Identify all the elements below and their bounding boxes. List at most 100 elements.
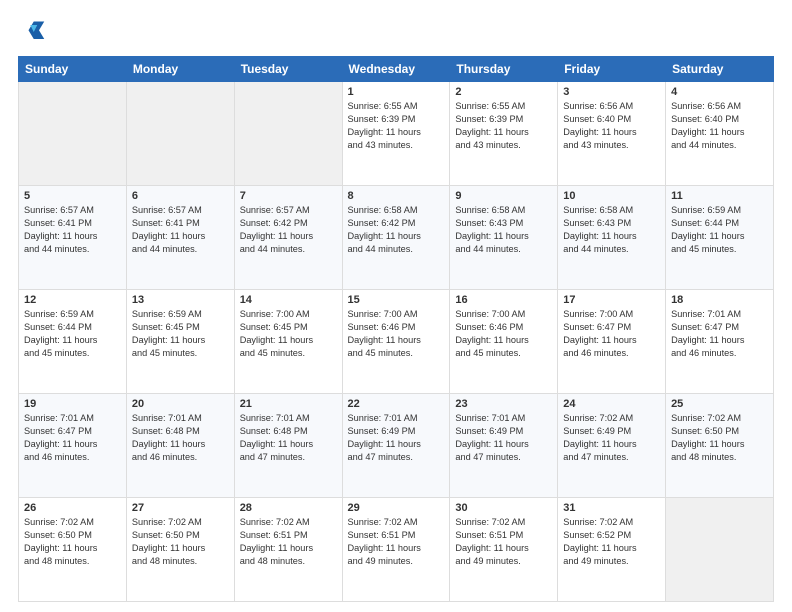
calendar-cell: 26 Sunrise: 7:02 AM Sunset: 6:50 PM Dayli… xyxy=(19,498,127,602)
calendar-cell xyxy=(666,498,774,602)
day-number: 28 xyxy=(240,502,337,514)
calendar-cell: 16 Sunrise: 7:00 AM Sunset: 6:46 PM Dayli… xyxy=(450,290,558,394)
calendar-cell: 11 Sunrise: 6:59 AM Sunset: 6:44 PM Dayli… xyxy=(666,186,774,290)
day-number: 16 xyxy=(455,294,552,306)
day-info: Sunrise: 7:02 AM Sunset: 6:50 PM Dayligh… xyxy=(132,516,229,568)
day-number: 1 xyxy=(348,86,445,98)
calendar-cell: 14 Sunrise: 7:00 AM Sunset: 6:45 PM Dayli… xyxy=(234,290,342,394)
day-number: 12 xyxy=(24,294,121,306)
calendar-cell: 17 Sunrise: 7:00 AM Sunset: 6:47 PM Dayli… xyxy=(558,290,666,394)
day-number: 31 xyxy=(563,502,660,514)
day-number: 17 xyxy=(563,294,660,306)
calendar-cell: 27 Sunrise: 7:02 AM Sunset: 6:50 PM Dayli… xyxy=(126,498,234,602)
calendar-cell: 29 Sunrise: 7:02 AM Sunset: 6:51 PM Dayli… xyxy=(342,498,450,602)
day-info: Sunrise: 7:02 AM Sunset: 6:51 PM Dayligh… xyxy=(348,516,445,568)
calendar-cell xyxy=(234,82,342,186)
calendar-table: SundayMondayTuesdayWednesdayThursdayFrid… xyxy=(18,56,774,602)
day-info: Sunrise: 7:01 AM Sunset: 6:47 PM Dayligh… xyxy=(671,308,768,360)
calendar-week-row: 26 Sunrise: 7:02 AM Sunset: 6:50 PM Dayli… xyxy=(19,498,774,602)
day-number: 8 xyxy=(348,190,445,202)
day-info: Sunrise: 6:56 AM Sunset: 6:40 PM Dayligh… xyxy=(563,100,660,152)
weekday-header: Sunday xyxy=(19,57,127,82)
calendar-week-row: 5 Sunrise: 6:57 AM Sunset: 6:41 PM Daylig… xyxy=(19,186,774,290)
day-info: Sunrise: 7:02 AM Sunset: 6:51 PM Dayligh… xyxy=(240,516,337,568)
day-info: Sunrise: 7:02 AM Sunset: 6:49 PM Dayligh… xyxy=(563,412,660,464)
day-info: Sunrise: 6:55 AM Sunset: 6:39 PM Dayligh… xyxy=(455,100,552,152)
day-number: 5 xyxy=(24,190,121,202)
day-info: Sunrise: 7:01 AM Sunset: 6:48 PM Dayligh… xyxy=(240,412,337,464)
calendar-cell: 12Sunrise: 6:59 AM Sunset: 6:44 PM Dayli… xyxy=(19,290,127,394)
day-number: 23 xyxy=(455,398,552,410)
calendar-cell: 19 Sunrise: 7:01 AM Sunset: 6:47 PM Dayli… xyxy=(19,394,127,498)
day-number: 7 xyxy=(240,190,337,202)
calendar-cell: 6 Sunrise: 6:57 AM Sunset: 6:41 PM Daylig… xyxy=(126,186,234,290)
calendar-cell: 8Sunrise: 6:58 AM Sunset: 6:42 PM Daylig… xyxy=(342,186,450,290)
day-info: Sunrise: 7:00 AM Sunset: 6:47 PM Dayligh… xyxy=(563,308,660,360)
day-number: 11 xyxy=(671,190,768,202)
day-info: Sunrise: 6:57 AM Sunset: 6:41 PM Dayligh… xyxy=(24,204,121,256)
day-info: Sunrise: 7:01 AM Sunset: 6:47 PM Dayligh… xyxy=(24,412,121,464)
day-info: Sunrise: 7:01 AM Sunset: 6:49 PM Dayligh… xyxy=(348,412,445,464)
day-number: 26 xyxy=(24,502,121,514)
day-info: Sunrise: 7:01 AM Sunset: 6:48 PM Dayligh… xyxy=(132,412,229,464)
day-number: 24 xyxy=(563,398,660,410)
day-info: Sunrise: 7:02 AM Sunset: 6:52 PM Dayligh… xyxy=(563,516,660,568)
calendar-cell: 2 Sunrise: 6:55 AM Sunset: 6:39 PM Daylig… xyxy=(450,82,558,186)
weekday-header: Friday xyxy=(558,57,666,82)
calendar-cell: 25 Sunrise: 7:02 AM Sunset: 6:50 PM Dayli… xyxy=(666,394,774,498)
calendar-cell: 21 Sunrise: 7:01 AM Sunset: 6:48 PM Dayli… xyxy=(234,394,342,498)
weekday-header: Tuesday xyxy=(234,57,342,82)
day-number: 20 xyxy=(132,398,229,410)
logo xyxy=(18,18,50,46)
day-info: Sunrise: 7:00 AM Sunset: 6:46 PM Dayligh… xyxy=(348,308,445,360)
calendar-cell xyxy=(19,82,127,186)
day-info: Sunrise: 6:59 AM Sunset: 6:45 PM Dayligh… xyxy=(132,308,229,360)
weekday-header: Wednesday xyxy=(342,57,450,82)
day-number: 21 xyxy=(240,398,337,410)
day-number: 13 xyxy=(132,294,229,306)
calendar-cell: 22 Sunrise: 7:01 AM Sunset: 6:49 PM Dayli… xyxy=(342,394,450,498)
day-info: Sunrise: 7:00 AM Sunset: 6:45 PM Dayligh… xyxy=(240,308,337,360)
weekday-header: Monday xyxy=(126,57,234,82)
day-number: 14 xyxy=(240,294,337,306)
weekday-header: Thursday xyxy=(450,57,558,82)
weekday-header: Saturday xyxy=(666,57,774,82)
day-number: 19 xyxy=(24,398,121,410)
calendar-cell: 24 Sunrise: 7:02 AM Sunset: 6:49 PM Dayli… xyxy=(558,394,666,498)
calendar-cell: 13 Sunrise: 6:59 AM Sunset: 6:45 PM Dayli… xyxy=(126,290,234,394)
day-info: Sunrise: 7:02 AM Sunset: 6:51 PM Dayligh… xyxy=(455,516,552,568)
day-number: 18 xyxy=(671,294,768,306)
day-info: Sunrise: 7:02 AM Sunset: 6:50 PM Dayligh… xyxy=(24,516,121,568)
day-number: 4 xyxy=(671,86,768,98)
calendar-cell: 31 Sunrise: 7:02 AM Sunset: 6:52 PM Dayli… xyxy=(558,498,666,602)
logo-icon xyxy=(18,18,46,46)
day-number: 30 xyxy=(455,502,552,514)
day-info: Sunrise: 7:01 AM Sunset: 6:49 PM Dayligh… xyxy=(455,412,552,464)
calendar-cell: 4 Sunrise: 6:56 AM Sunset: 6:40 PM Daylig… xyxy=(666,82,774,186)
page: SundayMondayTuesdayWednesdayThursdayFrid… xyxy=(0,0,792,612)
header xyxy=(18,18,774,46)
day-info: Sunrise: 6:56 AM Sunset: 6:40 PM Dayligh… xyxy=(671,100,768,152)
day-number: 2 xyxy=(455,86,552,98)
day-info: Sunrise: 6:59 AM Sunset: 6:44 PM Dayligh… xyxy=(671,204,768,256)
day-number: 10 xyxy=(563,190,660,202)
day-number: 22 xyxy=(348,398,445,410)
calendar-cell: 5 Sunrise: 6:57 AM Sunset: 6:41 PM Daylig… xyxy=(19,186,127,290)
day-number: 9 xyxy=(455,190,552,202)
day-info: Sunrise: 7:00 AM Sunset: 6:46 PM Dayligh… xyxy=(455,308,552,360)
day-info: Sunrise: 6:58 AM Sunset: 6:43 PM Dayligh… xyxy=(455,204,552,256)
calendar-week-row: 12Sunrise: 6:59 AM Sunset: 6:44 PM Dayli… xyxy=(19,290,774,394)
calendar-cell: 18 Sunrise: 7:01 AM Sunset: 6:47 PM Dayli… xyxy=(666,290,774,394)
day-number: 15 xyxy=(348,294,445,306)
day-number: 27 xyxy=(132,502,229,514)
calendar-cell: 9 Sunrise: 6:58 AM Sunset: 6:43 PM Daylig… xyxy=(450,186,558,290)
calendar-cell: 20 Sunrise: 7:01 AM Sunset: 6:48 PM Dayli… xyxy=(126,394,234,498)
day-number: 25 xyxy=(671,398,768,410)
day-info: Sunrise: 6:57 AM Sunset: 6:42 PM Dayligh… xyxy=(240,204,337,256)
day-info: Sunrise: 6:57 AM Sunset: 6:41 PM Dayligh… xyxy=(132,204,229,256)
day-info: Sunrise: 7:02 AM Sunset: 6:50 PM Dayligh… xyxy=(671,412,768,464)
day-number: 6 xyxy=(132,190,229,202)
calendar-cell: 28 Sunrise: 7:02 AM Sunset: 6:51 PM Dayli… xyxy=(234,498,342,602)
day-number: 29 xyxy=(348,502,445,514)
calendar-cell: 7 Sunrise: 6:57 AM Sunset: 6:42 PM Daylig… xyxy=(234,186,342,290)
